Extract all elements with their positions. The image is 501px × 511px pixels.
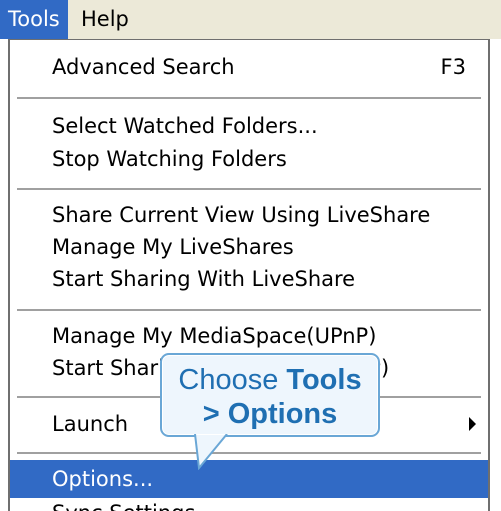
menu-item-label: Launch — [52, 412, 129, 436]
menu-separator — [17, 452, 481, 454]
menu-item-stop-watching-folders[interactable]: Stop Watching Folders — [10, 140, 488, 178]
menu-item-start-sharing-liveshare[interactable]: Start Sharing With LiveShare — [10, 260, 488, 298]
menu-tools[interactable]: Tools — [0, 0, 68, 39]
screenshot-root: Tools Help Advanced Search F3 Select Wat… — [0, 0, 501, 511]
menu-item-sync-settings[interactable]: Sync Settings... — [10, 494, 488, 511]
callout-pointer-icon — [194, 434, 228, 470]
tools-dropdown-menu: Advanced Search F3 Select Watched Folder… — [8, 39, 490, 511]
menu-item-shortcut: F3 — [440, 55, 466, 79]
menu-item-label: Advanced Search — [52, 55, 235, 79]
menu-item-label: Start Sharin — [52, 356, 178, 380]
menu-item-label: Sync Settings... — [52, 494, 215, 511]
menu-separator — [17, 188, 481, 190]
callout-line-2: > Options — [202, 398, 338, 430]
submenu-arrow-icon — [469, 417, 476, 431]
callout-prefix: Choose — [178, 364, 287, 396]
menu-item-label: Options... — [52, 467, 154, 491]
menu-item-label: Start Sharing With LiveShare — [52, 267, 356, 291]
callout-bold-tools: Tools — [286, 364, 362, 396]
menu-separator — [17, 97, 481, 99]
menu-item-label: Stop Watching Folders — [52, 147, 287, 171]
menu-help[interactable]: Help — [73, 0, 137, 39]
menu-bar: Tools Help — [0, 0, 501, 39]
menu-separator — [17, 309, 481, 311]
instruction-callout: Choose Tools > Options — [160, 353, 380, 437]
callout-line-1: Choose Tools — [162, 363, 378, 397]
menu-item-advanced-search[interactable]: Advanced Search F3 — [10, 48, 488, 86]
menu-item-options[interactable]: Options... — [10, 460, 488, 498]
